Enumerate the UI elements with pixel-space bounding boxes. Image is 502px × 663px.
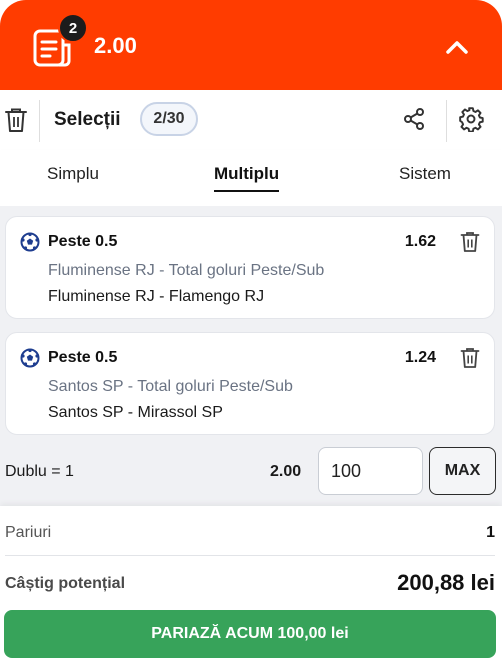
divider xyxy=(39,100,40,142)
tab-multiplu[interactable]: Multiplu xyxy=(214,164,280,192)
bet-type-tabs: Simplu Multiplu Sistem xyxy=(0,150,502,206)
selections-toolbar: Selecții 2/30 xyxy=(0,90,502,150)
bets-label: Pariuri xyxy=(5,524,52,541)
divider xyxy=(446,100,447,142)
market-name: Santos SP - Total goluri Peste/Sub xyxy=(48,378,293,395)
football-icon xyxy=(20,232,40,252)
selections-count-badge: 2/30 xyxy=(140,102,198,136)
potential-win-label: Câștig potențial xyxy=(5,575,126,592)
collapse-button[interactable] xyxy=(440,32,474,62)
match-name: Fluminense RJ - Flamengo RJ xyxy=(48,288,265,305)
place-bet-button[interactable]: PARIAZĂ ACUM 100,00 lei xyxy=(4,610,496,658)
bet-summary: Pariuri 1 Câștig potențial 200,88 lei PA… xyxy=(0,506,502,663)
betslip-header[interactable]: 2 2.00 xyxy=(0,0,502,90)
tab-simplu[interactable]: Simplu xyxy=(47,164,99,184)
selection-card: Peste 0.5 1.62 Fluminense RJ - Total gol… xyxy=(5,216,495,319)
selection-name: Peste 0.5 xyxy=(48,349,118,366)
divider xyxy=(5,555,495,556)
tab-sistem[interactable]: Sistem xyxy=(399,164,451,184)
selections-title: Selecții xyxy=(54,109,121,130)
bets-count: 1 xyxy=(486,524,495,541)
total-odds: 2.00 xyxy=(94,33,137,58)
football-icon xyxy=(20,348,40,368)
selection-odds: 1.24 xyxy=(404,349,436,366)
selection-odds: 1.62 xyxy=(404,233,436,250)
combination-odds: 2.00 xyxy=(270,463,302,480)
selection-card: Peste 0.5 1.24 Santos SP - Total goluri … xyxy=(5,332,495,435)
selections-list: Peste 0.5 1.62 Fluminense RJ - Total gol… xyxy=(0,206,502,506)
stake-input[interactable] xyxy=(318,447,423,495)
remove-selection-icon[interactable] xyxy=(460,231,480,253)
max-stake-button[interactable]: MAX xyxy=(429,447,496,495)
trash-icon[interactable] xyxy=(4,107,28,133)
combination-label: Dublu = 1 xyxy=(5,463,74,480)
remove-selection-icon[interactable] xyxy=(460,347,480,369)
match-name: Santos SP - Mirassol SP xyxy=(48,404,223,421)
potential-win-value: 200,88 lei xyxy=(397,570,495,595)
selection-count-badge: 2 xyxy=(58,13,88,43)
settings-icon[interactable] xyxy=(458,106,484,132)
selection-name: Peste 0.5 xyxy=(48,233,118,250)
chevron-up-icon xyxy=(446,41,468,54)
market-name: Fluminense RJ - Total goluri Peste/Sub xyxy=(48,262,325,279)
share-icon[interactable] xyxy=(402,107,426,131)
